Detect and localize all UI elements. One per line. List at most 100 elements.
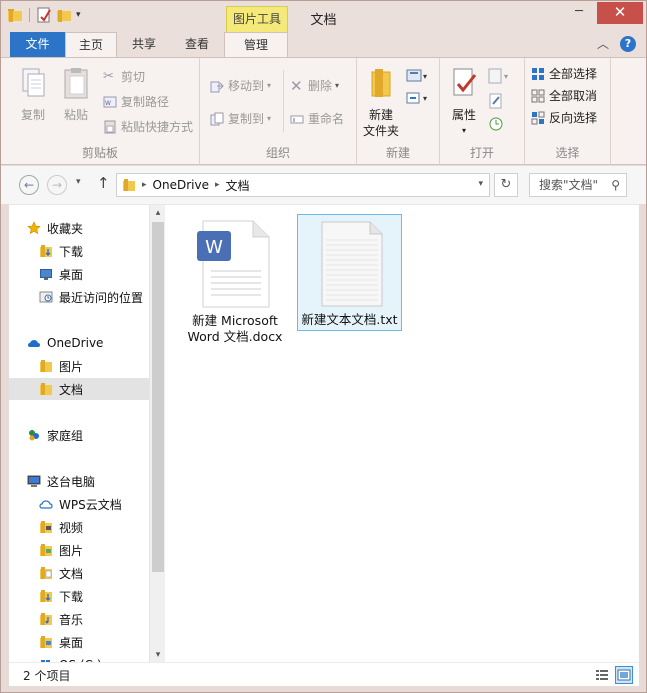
move-to-button[interactable]: 移动到 ▾ [210, 76, 271, 96]
history-icon[interactable] [488, 116, 504, 132]
sidebar-item-desktop[interactable]: 桌面 [9, 263, 149, 285]
dropdown-arrow-icon: ▾ [267, 114, 272, 123]
sidebar-item-label: 桌面 [59, 267, 84, 282]
new-item-icon[interactable]: ▾ [405, 68, 431, 84]
organize-group-label: 组织 [265, 146, 290, 160]
sidebar-item-documents[interactable]: 文档 [9, 562, 149, 584]
sidebar-item-this-pc[interactable]: 这台电脑 [9, 470, 149, 492]
cut-button[interactable]: ✂ 剪切 [103, 67, 145, 87]
organize-group: 移动到 ▾ 复制到 ▾ ✕ 删除 ▾ 重命名 组织 [200, 58, 357, 165]
music-folder-icon [40, 613, 52, 625]
tab-manage[interactable]: 管理 [224, 32, 288, 58]
sidebar-item-label: 文档 [59, 382, 84, 397]
video-folder-icon [40, 521, 52, 533]
tab-home[interactable]: 主页 [65, 32, 117, 58]
invert-selection-icon [531, 111, 545, 125]
close-button[interactable]: ✕ [597, 2, 643, 24]
navigation-pane-scrollbar[interactable]: ▴ ▾ [149, 205, 165, 663]
back-button[interactable]: ← [19, 175, 39, 195]
invert-selection-button[interactable]: 反向选择 [531, 108, 597, 128]
ribbon-tabs: 文件 主页 共享 查看 管理 ︿ ? [1, 32, 646, 58]
forward-button[interactable]: → [47, 175, 67, 195]
sidebar-item-onedrive[interactable]: OneDrive [9, 332, 149, 354]
details-view-button[interactable] [593, 666, 611, 684]
move-to-icon [210, 81, 224, 93]
rename-button[interactable]: 重命名 [290, 109, 344, 129]
refresh-button[interactable]: ↻ [494, 173, 518, 197]
sidebar-item-favorites[interactable]: 收藏夹 [9, 217, 149, 239]
edit-icon[interactable] [488, 93, 504, 109]
scissors-icon: ✂ [103, 69, 114, 84]
sidebar-item-music[interactable]: 音乐 [9, 608, 149, 630]
address-history-dropdown-icon[interactable]: ▾ [478, 179, 483, 189]
scroll-up-arrow-icon[interactable]: ▴ [150, 205, 166, 221]
properties-button[interactable]: 属性 ▾ [444, 66, 484, 139]
copy-to-label: 复制到 [228, 112, 265, 126]
sidebar-item-wps-cloud[interactable]: WPS云文档 [9, 493, 149, 515]
svg-text:W: W [205, 237, 223, 258]
copy-to-icon [210, 112, 224, 126]
select-all-button[interactable]: 全部选择 [531, 64, 597, 84]
scrollbar-thumb[interactable] [152, 222, 164, 572]
clipboard-group-label: 剪贴板 [81, 146, 118, 160]
explorer-body: 收藏夹 下载 桌面 最近访问的位置 OneDrive 图片 文档 家庭组 这台电脑 WPS云文档视… [9, 204, 639, 663]
tab-file[interactable]: 文件 [10, 32, 65, 57]
window-title: 文档 [310, 13, 337, 28]
copy-path-button[interactable]: W 复制路径 [103, 92, 169, 112]
sidebar-item-downloads-pc[interactable]: 下载 [9, 585, 149, 607]
sidebar-item-desktop-pc[interactable]: 桌面 [9, 631, 149, 653]
sidebar-item-downloads[interactable]: 下载 [9, 240, 149, 262]
file-item-selected[interactable]: 新建文本文档.txt [297, 214, 402, 331]
up-button[interactable]: ↑ [97, 174, 110, 192]
delete-button[interactable]: ✕ 删除 ▾ [290, 76, 339, 96]
file-name: 新建文本文档.txt [301, 312, 398, 327]
sidebar-item-label: 音乐 [59, 612, 84, 627]
paste-shortcut-icon [104, 120, 116, 134]
file-item[interactable]: W 新建 Microsoft Word 文档.docx [187, 215, 283, 350]
ribbon-collapse-chevron-icon[interactable]: ︿ [597, 35, 613, 53]
recent-places-icon [39, 291, 53, 303]
help-icon[interactable]: ? [620, 36, 636, 52]
sidebar-item-label: 这台电脑 [47, 474, 96, 489]
paste-button[interactable]: 粘贴 [54, 66, 98, 123]
paste-shortcut-button[interactable]: 粘贴快捷方式 [103, 117, 193, 137]
sidebar-item-homegroup[interactable]: 家庭组 [9, 424, 149, 446]
onedrive-icon [28, 340, 40, 347]
new-folder-button[interactable]: 新建 文件夹 [361, 66, 401, 139]
paste-icon [64, 68, 88, 99]
sidebar-item-onedrive-pictures[interactable]: 图片 [9, 355, 149, 377]
paste-shortcut-label: 粘贴快捷方式 [121, 120, 194, 134]
recent-locations-dropdown-icon[interactable]: ▾ [76, 177, 81, 187]
open-with-icon[interactable]: ▾ [488, 68, 512, 84]
organize-divider [283, 70, 284, 132]
copy-button[interactable]: 复制 [11, 66, 55, 123]
delete-x-icon: ✕ [290, 77, 303, 95]
cloud-icon [39, 500, 53, 509]
sidebar-item-label: 下载 [59, 589, 84, 604]
desktop-folder-icon [40, 636, 52, 648]
tab-share[interactable]: 共享 [120, 32, 168, 57]
folder-icon [40, 360, 52, 372]
navigation-pane: 收藏夹 下载 桌面 最近访问的位置 OneDrive 图片 文档 家庭组 这台电脑 WPS云文档视… [9, 205, 149, 663]
breadcrumb-onedrive[interactable]: OneDrive [153, 178, 209, 192]
copy-path-icon: W [103, 96, 117, 108]
tab-view[interactable]: 查看 [171, 32, 223, 57]
sidebar-item-recent-places[interactable]: 最近访问的位置 [9, 286, 149, 308]
copy-to-button[interactable]: 复制到 ▾ [210, 109, 271, 129]
search-input[interactable]: 搜索"文档" ⚲ [529, 173, 627, 197]
file-list: W 新建 Microsoft Word 文档.docx 新建文本文档.txt [165, 205, 639, 663]
sidebar-item-pictures[interactable]: 图片 [9, 539, 149, 561]
minimize-button[interactable]: ─ [564, 2, 594, 24]
file-name-line1: 新建 Microsoft [192, 313, 278, 328]
easy-access-icon[interactable]: ▾ [405, 90, 431, 106]
address-bar[interactable]: ▸ OneDrive ▸ 文档 ▾ [116, 173, 490, 197]
sidebar-item-label: 桌面 [59, 635, 84, 650]
scroll-down-arrow-icon[interactable]: ▾ [150, 647, 166, 663]
breadcrumb-documents[interactable]: 文档 [226, 177, 250, 194]
large-icons-view-icon [617, 669, 631, 681]
select-none-button[interactable]: 全部取消 [531, 86, 597, 106]
sidebar-item-onedrive-documents[interactable]: 文档 [9, 378, 149, 400]
large-icons-view-button[interactable] [615, 666, 633, 684]
sidebar-item-videos[interactable]: 视频 [9, 516, 149, 538]
select-all-icon [532, 68, 544, 80]
